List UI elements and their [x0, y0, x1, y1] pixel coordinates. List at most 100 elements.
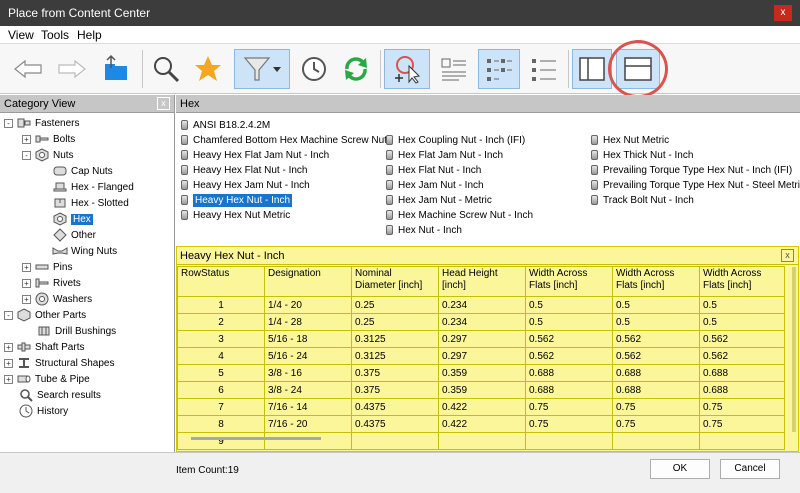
menu-help[interactable]: Help — [77, 28, 102, 42]
tree-node-search-results[interactable]: Search results — [18, 387, 101, 403]
family-item[interactable]: ANSI B18.2.4.2M — [181, 118, 270, 132]
nut-family-icon — [591, 135, 598, 145]
table-cell: 0.688 — [525, 364, 613, 382]
tree-node-wing-nuts[interactable]: Wing Nuts — [52, 243, 117, 259]
tree-node-bolts[interactable]: + Bolts — [22, 131, 75, 147]
family-item[interactable]: Prevailing Torque Type Hex Nut - Inch (I… — [591, 163, 792, 177]
vertical-split-icon — [579, 57, 605, 81]
tree-node-drill-bushings[interactable]: Drill Bushings — [36, 323, 116, 339]
column-header-width-across-flats-2[interactable]: Width Across Flats [inch] — [612, 266, 700, 297]
family-item[interactable]: Hex Flat Jam Nut - Inch — [386, 148, 503, 162]
table-cell: 7/16 - 14 — [264, 398, 352, 416]
family-item[interactable]: Hex Jam Nut - Inch — [386, 178, 484, 192]
history-icon — [18, 404, 34, 418]
column-header-head-height[interactable]: Head Height [inch] — [438, 266, 526, 297]
table-cell: 3/8 - 24 — [264, 381, 352, 399]
tree-node-other-nuts[interactable]: Other — [52, 227, 96, 243]
table-cell: 0.359 — [438, 381, 526, 399]
filter-button[interactable] — [234, 49, 290, 89]
tree-node-shaft-parts[interactable]: + Shaft Parts — [4, 339, 84, 355]
ok-button[interactable]: OK — [650, 459, 710, 479]
table-row[interactable]: 2 1/4 - 28 0.25 0.234 0.5 0.5 0.5 — [177, 313, 785, 331]
column-header-nominal-diameter[interactable]: Nominal Diameter [inch] — [351, 266, 439, 297]
column-header-rowstatus[interactable]: RowStatus — [177, 266, 265, 297]
family-item[interactable]: Hex Nut - Inch — [386, 223, 462, 237]
nut-family-icon — [386, 225, 393, 235]
table-cell: 7 — [177, 398, 265, 416]
column-header-designation[interactable]: Designation — [264, 266, 352, 297]
family-item[interactable]: Heavy Hex Flat Nut - Inch — [181, 163, 307, 177]
tree-view-button[interactable] — [478, 49, 520, 89]
place-button[interactable] — [384, 49, 430, 89]
tree-view-icon — [487, 59, 512, 81]
content-panel: Hex ANSI B18.2.4.2M Chamfered Bottom Hex… — [176, 95, 800, 452]
family-item[interactable]: Chamfered Bottom Hex Machine Screw Nuts — [181, 133, 392, 147]
menu-tools[interactable]: Tools — [41, 28, 69, 42]
close-category-view-button[interactable]: x — [157, 97, 170, 110]
table-cell: 0.375 — [351, 364, 439, 382]
table-row[interactable]: 4 5/16 - 24 0.3125 0.297 0.562 0.562 0.562 — [177, 347, 785, 365]
family-item[interactable]: Prevailing Torque Type Hex Nut - Steel M… — [591, 178, 800, 192]
tube-pipe-icon — [16, 372, 32, 386]
family-item[interactable]: Hex Machine Screw Nut - Inch — [386, 208, 533, 222]
details-view-button[interactable] — [526, 49, 562, 89]
table-row[interactable]: 9 — [177, 432, 785, 450]
table-row[interactable]: 5 3/8 - 16 0.375 0.359 0.688 0.688 0.688 — [177, 364, 785, 382]
table-cell: 0.75 — [612, 415, 700, 433]
column-header-width-across-flats-3[interactable]: Width Across Flats [inch] — [699, 266, 785, 297]
tree-node-fasteners[interactable]: - Fasteners — [4, 115, 79, 131]
table-horizontal-scrollbar[interactable] — [191, 437, 321, 440]
family-item[interactable]: Track Bolt Nut - Inch — [591, 193, 694, 207]
family-item[interactable]: Heavy Hex Flat Jam Nut - Inch — [181, 148, 329, 162]
tree-node-hex[interactable]: Hex — [52, 211, 93, 227]
list-view-button[interactable] — [436, 49, 472, 89]
family-table-title: Heavy Hex Nut - Inch — [180, 250, 285, 262]
family-item[interactable]: Hex Jam Nut - Metric — [386, 193, 492, 207]
tree-node-rivets[interactable]: + Rivets — [22, 275, 81, 291]
family-item[interactable]: Hex Nut Metric — [591, 133, 669, 147]
cancel-button[interactable]: Cancel — [720, 459, 780, 479]
family-item[interactable]: Hex Coupling Nut - Inch (IFI) — [386, 133, 525, 147]
tree-node-washers[interactable]: + Washers — [22, 291, 92, 307]
family-item[interactable]: Heavy Hex Nut Metric — [181, 208, 290, 222]
family-item[interactable]: Hex Thick Nut - Inch — [591, 148, 693, 162]
menu-view[interactable]: View — [8, 28, 34, 42]
table-cell: 7/16 - 20 — [264, 415, 352, 433]
tree-node-hex-slotted[interactable]: Hex - Slotted — [52, 195, 129, 211]
family-item-selected[interactable]: Heavy Hex Nut - Inch — [181, 193, 293, 207]
shaft-icon — [16, 340, 32, 354]
tree-node-tube-pipe[interactable]: + Tube & Pipe — [4, 371, 90, 387]
table-row[interactable]: 3 5/16 - 18 0.3125 0.297 0.562 0.562 0.562 — [177, 330, 785, 348]
nut-family-icon — [181, 180, 188, 190]
forward-button[interactable] — [54, 49, 90, 89]
highlight-annotation-ring — [608, 40, 668, 98]
up-folder-button[interactable] — [98, 49, 134, 89]
family-item[interactable]: Hex Flat Nut - Inch — [386, 163, 481, 177]
refresh-button[interactable] — [338, 49, 374, 89]
tree-node-structural-shapes[interactable]: + Structural Shapes — [4, 355, 115, 371]
history-button[interactable] — [296, 49, 332, 89]
family-item[interactable]: Heavy Hex Jam Nut - Inch — [181, 178, 310, 192]
table-row[interactable]: 7 7/16 - 14 0.4375 0.422 0.75 0.75 0.75 — [177, 398, 785, 416]
tree-node-cap-nuts[interactable]: Cap Nuts — [52, 163, 113, 179]
structural-shape-icon — [16, 356, 32, 370]
back-button[interactable] — [10, 49, 46, 89]
favorites-button[interactable] — [190, 49, 226, 89]
close-table-button[interactable]: x — [781, 249, 794, 262]
vertical-split-button[interactable] — [572, 49, 612, 89]
table-row[interactable]: 6 3/8 - 24 0.375 0.359 0.688 0.688 0.688 — [177, 381, 785, 399]
close-window-button[interactable]: x — [774, 5, 792, 21]
table-vertical-scrollbar[interactable] — [792, 267, 796, 432]
tree-node-history[interactable]: History — [18, 403, 68, 419]
tree-node-other-parts[interactable]: - Other Parts — [4, 307, 86, 323]
tree-node-hex-flanged[interactable]: Hex - Flanged — [52, 179, 134, 195]
table-row[interactable]: 1 1/4 - 20 0.25 0.234 0.5 0.5 0.5 — [177, 296, 785, 314]
column-header-width-across-flats[interactable]: Width Across Flats [inch] — [525, 266, 613, 297]
tree-node-pins[interactable]: + Pins — [22, 259, 72, 275]
nut-family-icon — [386, 195, 393, 205]
table-cell: 0.3125 — [351, 347, 439, 365]
tree-node-nuts[interactable]: - Nuts — [22, 147, 74, 163]
table-row[interactable]: 8 7/16 - 20 0.4375 0.422 0.75 0.75 0.75 — [177, 415, 785, 433]
table-cell: 0.234 — [438, 296, 526, 314]
search-button[interactable] — [148, 49, 184, 89]
